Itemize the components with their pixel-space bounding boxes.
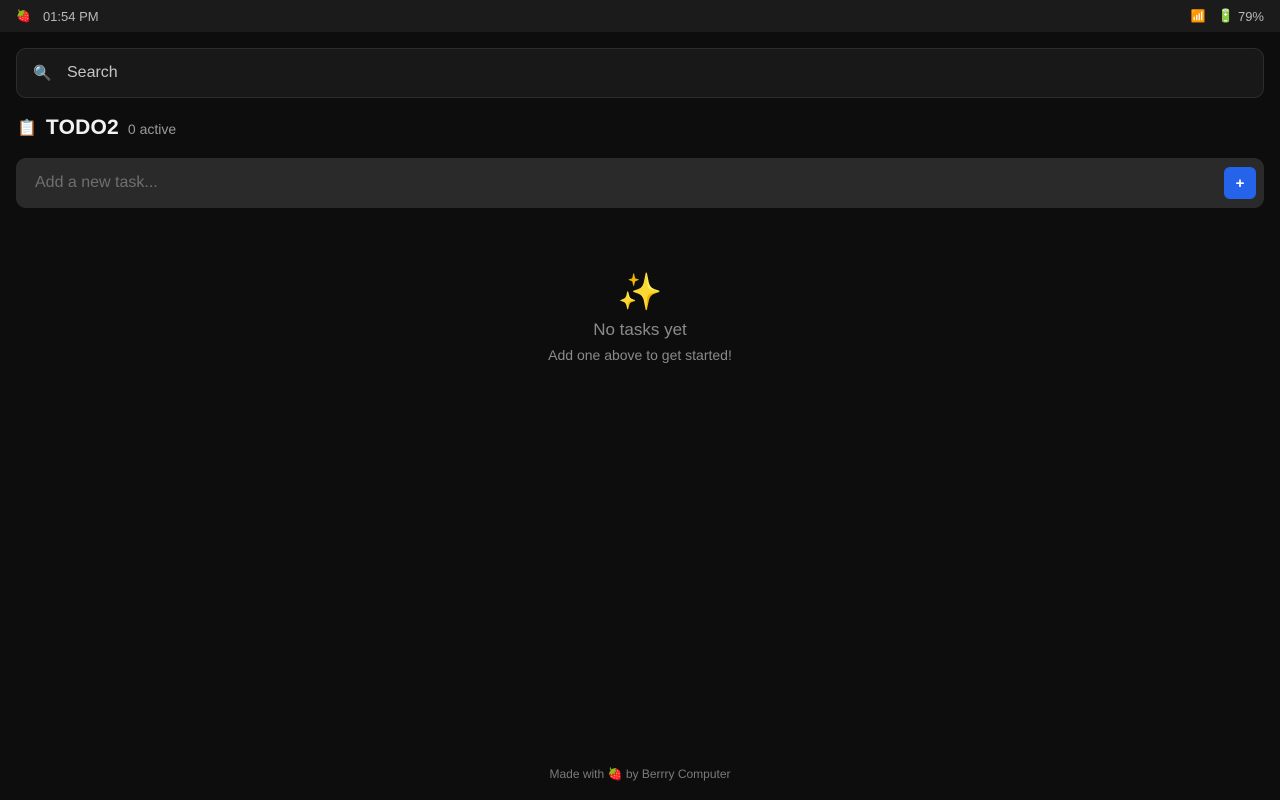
status-bar-right: 📶 🔋 79% [1191,8,1264,24]
battery-icon: 🔋 [1217,8,1234,23]
list-header: 📋 TODO2 0 active [17,113,176,143]
new-task-input[interactable] [33,173,1224,193]
status-bar: 🍓 01:54 PM 📶 🔋 79% [0,0,1280,32]
sparkles-icon: ✨ [617,271,663,312]
add-task-bar: + [16,158,1264,208]
add-task-button[interactable]: + [1224,167,1256,199]
active-count: 0 active [127,120,177,137]
empty-state-subtitle: Add one above to get started! [548,347,732,363]
search-bar[interactable]: 🔍 [16,48,1264,98]
battery-indicator: 🔋 79% [1218,8,1264,24]
footer-prefix: Made with [549,767,605,781]
strawberry-icon: 🍓 [16,9,31,23]
page-title: TODO2 [45,116,119,139]
status-bar-left: 🍓 01:54 PM [16,9,99,24]
search-input[interactable] [65,63,1247,83]
wifi-icon: 📶 [1190,9,1206,23]
footer: Made with 🍓 by Berrry Computer [0,767,1280,781]
empty-state-title: No tasks yet [593,320,687,339]
clock-time: 01:54 PM [42,8,99,24]
strawberry-icon: 🍓 [607,767,623,781]
search-icon: 🔍 [33,65,52,82]
footer-suffix: by Berrry Computer [625,767,731,781]
empty-state: ✨ No tasks yet Add one above to get star… [0,270,1280,363]
clipboard-icon: 📋 [17,120,37,137]
battery-percent: 79% [1237,8,1264,24]
